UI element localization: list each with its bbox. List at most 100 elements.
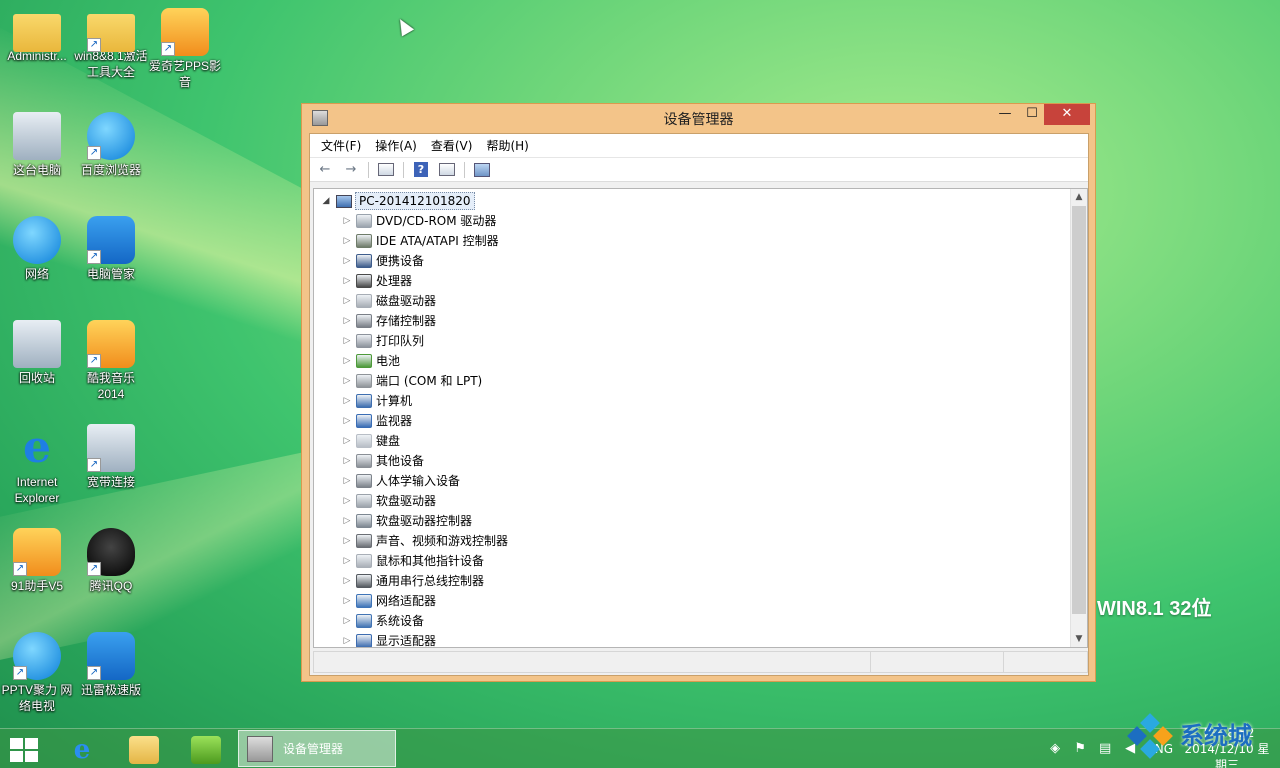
desktop-icon[interactable]: ↗ 91助手V5 <box>0 524 74 594</box>
collapse-arrow-icon[interactable]: ◢ <box>319 191 333 211</box>
security-shield-icon[interactable]: ◈ <box>1047 741 1063 757</box>
expand-arrow-icon[interactable]: ▷ <box>340 631 354 647</box>
device-category-node[interactable]: ▷ 其他设备 <box>314 451 1071 471</box>
network-icon[interactable]: ▤ <box>1097 741 1113 757</box>
device-category-node[interactable]: ▷ 软盘驱动器 <box>314 491 1071 511</box>
tree-root-node[interactable]: ◢ PC-201412101820 <box>314 191 1071 211</box>
expand-arrow-icon[interactable]: ▷ <box>340 611 354 631</box>
scroll-thumb[interactable] <box>1072 206 1086 614</box>
desktop-icon[interactable]: ↗ 腾讯QQ <box>74 524 148 594</box>
device-category-node[interactable]: ▷ 软盘驱动器控制器 <box>314 511 1071 531</box>
scroll-down-button[interactable]: ▼ <box>1071 631 1087 647</box>
ie-icon: e <box>73 735 91 765</box>
desktop-icon[interactable]: 回收站 <box>0 316 74 386</box>
expand-arrow-icon[interactable]: ▷ <box>340 551 354 571</box>
expand-arrow-icon[interactable]: ▷ <box>340 251 354 271</box>
desktop-icon[interactable]: 这台电脑 <box>0 108 74 178</box>
device-category-node[interactable]: ▷ IDE ATA/ATAPI 控制器 <box>314 231 1071 251</box>
device-category-node[interactable]: ▷ 监视器 <box>314 411 1071 431</box>
expand-arrow-icon[interactable]: ▷ <box>340 591 354 611</box>
minimize-button[interactable]: — <box>991 104 1019 125</box>
expand-arrow-icon[interactable]: ▷ <box>340 391 354 411</box>
site-logo-text: 系统城 <box>1180 722 1252 750</box>
show-hide-console-tree-button[interactable] <box>375 160 397 180</box>
desktop-icon[interactable]: ↗ 迅雷极速版 <box>74 628 148 698</box>
device-category-node[interactable]: ▷ 电池 <box>314 351 1071 371</box>
expand-arrow-icon[interactable]: ▷ <box>340 351 354 371</box>
taskbar-explorer-button[interactable] <box>120 732 168 768</box>
expand-arrow-icon[interactable]: ▷ <box>340 491 354 511</box>
start-button[interactable] <box>10 738 40 762</box>
desktop-icon[interactable]: 网络 <box>0 212 74 282</box>
desktop-icon[interactable]: ↗ PPTV聚力 网络电视 <box>0 628 74 714</box>
device-category-node[interactable]: ▷ 便携设备 <box>314 251 1071 271</box>
device-category-node[interactable]: ▷ 人体学输入设备 <box>314 471 1071 491</box>
properties-button[interactable] <box>436 160 458 180</box>
device-category-node[interactable]: ▷ 处理器 <box>314 271 1071 291</box>
vertical-scrollbar[interactable]: ▲ ▼ <box>1070 189 1087 647</box>
expand-arrow-icon[interactable]: ▷ <box>340 231 354 251</box>
desktop-icon[interactable]: ↗ 百度浏览器 <box>74 108 148 178</box>
device-category-node[interactable]: ▷ 键盘 <box>314 431 1071 451</box>
device-category-node[interactable]: ▷ DVD/CD-ROM 驱动器 <box>314 211 1071 231</box>
scroll-up-button[interactable]: ▲ <box>1071 189 1087 205</box>
device-category-node[interactable]: ▷ 鼠标和其他指针设备 <box>314 551 1071 571</box>
toolbar-separator <box>464 161 465 178</box>
taskbar-ie-button[interactable]: e <box>58 732 106 768</box>
menu-view[interactable]: 查看(V) <box>424 137 480 154</box>
device-tree-pane: ◢ PC-201412101820 ▷ DVD/CD-ROM 驱动器 ▷ IDE AT… <box>313 188 1088 648</box>
expand-arrow-icon[interactable]: ▷ <box>340 511 354 531</box>
expand-arrow-icon[interactable]: ▷ <box>340 451 354 471</box>
desktop-icon[interactable]: e Internet Explorer <box>0 420 74 506</box>
expand-arrow-icon[interactable]: ▷ <box>340 471 354 491</box>
device-category-node[interactable]: ▷ 磁盘驱动器 <box>314 291 1071 311</box>
menu-file[interactable]: 文件(F) <box>314 137 368 154</box>
desktop-icon[interactable]: ↗ win8&8.1激活工具大全 <box>74 4 148 80</box>
site-logo-icon <box>1127 713 1173 759</box>
device-category-node[interactable]: ▷ 计算机 <box>314 391 1071 411</box>
taskbar-device-manager-button[interactable]: 设备管理器 <box>238 730 396 767</box>
action-center-flag-icon[interactable]: ⚑ <box>1072 741 1088 757</box>
desktop-icon[interactable]: ↗ 宽带连接 <box>74 420 148 490</box>
forward-button[interactable]: → <box>340 160 362 180</box>
device-manager-icon <box>247 735 273 762</box>
menu-help[interactable]: 帮助(H) <box>479 137 535 154</box>
device-category-label: 通用串行总线控制器 <box>376 574 485 588</box>
assistant-91-icon: ↗ <box>13 528 61 576</box>
os-version-watermark: WIN8.1 32位 <box>1097 598 1212 620</box>
desktop-icon[interactable]: ↗ 电脑管家 <box>74 212 148 282</box>
title-bar[interactable]: 设备管理器 — ☐ ✕ <box>302 104 1095 132</box>
expand-arrow-icon[interactable]: ▷ <box>340 531 354 551</box>
menu-action[interactable]: 操作(A) <box>368 137 424 154</box>
desktop-icon[interactable]: ↗ 酷我音乐2014 <box>74 316 148 402</box>
maximize-button[interactable]: ☐ <box>1018 104 1046 125</box>
device-category-node[interactable]: ▷ 显示适配器 <box>314 631 1071 647</box>
close-button[interactable]: ✕ <box>1044 104 1090 125</box>
scan-hardware-button[interactable] <box>471 160 493 180</box>
device-category-node[interactable]: ▷ 网络适配器 <box>314 591 1071 611</box>
device-category-node[interactable]: ▷ 打印队列 <box>314 331 1071 351</box>
device-category-node[interactable]: ▷ 系统设备 <box>314 611 1071 631</box>
device-category-node[interactable]: ▷ 存储控制器 <box>314 311 1071 331</box>
expand-arrow-icon[interactable]: ▷ <box>340 211 354 231</box>
expand-arrow-icon[interactable]: ▷ <box>340 291 354 311</box>
expand-arrow-icon[interactable]: ▷ <box>340 371 354 391</box>
expand-arrow-icon[interactable]: ▷ <box>340 271 354 291</box>
desktop-icon[interactable]: Administr... <box>0 4 74 64</box>
expand-arrow-icon[interactable]: ▷ <box>340 311 354 331</box>
desktop-icon[interactable]: ↗ 爱奇艺PPS影音 <box>148 4 222 90</box>
device-category-node[interactable]: ▷ 通用串行总线控制器 <box>314 571 1071 591</box>
expand-arrow-icon[interactable]: ▷ <box>340 331 354 351</box>
device-category-label: 声音、视频和游戏控制器 <box>376 534 509 548</box>
computer-icon <box>336 194 352 208</box>
expand-arrow-icon[interactable]: ▷ <box>340 411 354 431</box>
device-category-node[interactable]: ▷ 声音、视频和游戏控制器 <box>314 531 1071 551</box>
help-button[interactable]: ? <box>410 160 432 180</box>
device-category-icon <box>356 334 372 348</box>
device-manager-window[interactable]: 设备管理器 — ☐ ✕ 文件(F) 操作(A) 查看(V) 帮助(H) ← → … <box>301 103 1096 682</box>
expand-arrow-icon[interactable]: ▷ <box>340 431 354 451</box>
back-button[interactable]: ← <box>314 160 336 180</box>
expand-arrow-icon[interactable]: ▷ <box>340 571 354 591</box>
taskbar-iqiyi-button[interactable] <box>182 732 230 768</box>
device-category-node[interactable]: ▷ 端口 (COM 和 LPT) <box>314 371 1071 391</box>
